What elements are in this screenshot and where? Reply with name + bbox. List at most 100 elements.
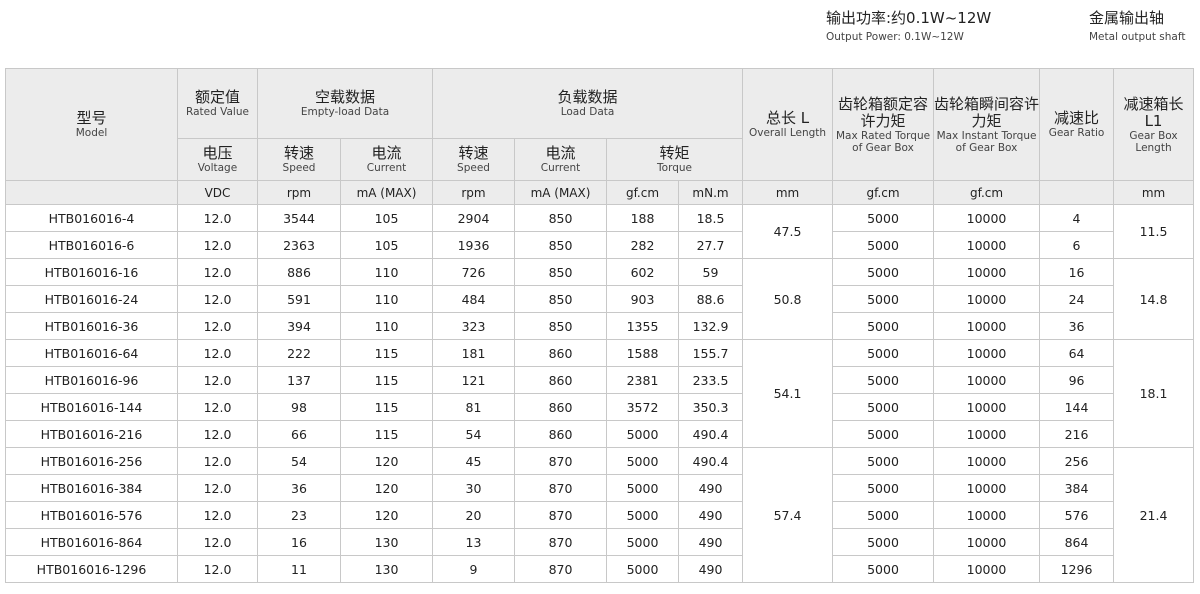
- cell-voltage: 12.0: [177, 393, 258, 421]
- cell-max-rated: 5000: [832, 501, 935, 529]
- cell-voltage: 12.0: [177, 555, 258, 583]
- unit-gb-length: mm: [1113, 180, 1195, 205]
- cell-l-speed: 726: [432, 258, 515, 286]
- cell-max-rated: 5000: [832, 204, 935, 232]
- cell-model: HTB016016-36: [5, 312, 178, 340]
- cell-model: HTB016016-256: [5, 447, 178, 475]
- table-row: HTB016016-16 12.0 886 110 726 850 602 59 50.8 500…: [5, 258, 1195, 340]
- cell-torque-mn: 490.4: [677, 420, 744, 448]
- header-torque: 转矩 Torque: [605, 138, 744, 181]
- table-row: HTB016016-216 12.0 66 115 54 860 5000 490.4 5000…: [5, 420, 1194, 448]
- cell-l-speed: 121: [432, 366, 515, 394]
- header-gb-length: 减速箱长 L1 Gear Box Length: [1113, 68, 1195, 181]
- unit-l-current: mA (MAX): [514, 180, 607, 205]
- cell-model: HTB016016-1296: [5, 555, 178, 583]
- cell-nl-speed: 222: [257, 339, 341, 367]
- shaft-type-label: 金属输出轴 Metal output shaft: [1089, 10, 1186, 44]
- cell-model: HTB016016-6: [5, 231, 178, 259]
- table-row: HTB016016-864 12.0 16 130 13 870 5000 490 5000 10…: [5, 528, 1194, 556]
- cell-l-speed: 81: [432, 393, 515, 421]
- unit-nl-speed: rpm: [257, 180, 341, 205]
- cell-l-current: 860: [514, 420, 607, 448]
- unit-torque-gf: gf.cm: [606, 180, 679, 205]
- cell-torque-gf: 2381: [606, 366, 679, 394]
- cell-max-instant: 10000: [933, 447, 1041, 475]
- cell-nl-current: 120: [340, 474, 433, 502]
- cell-nl-current: 110: [340, 285, 433, 313]
- header-voltage: 电压 Voltage: [177, 138, 258, 181]
- cell-voltage: 12.0: [177, 420, 258, 448]
- cell-l-speed: 45: [432, 447, 515, 475]
- cell-ratio: 4: [1039, 204, 1115, 232]
- unit-voltage: VDC: [177, 180, 258, 205]
- cell-nl-current: 105: [340, 204, 433, 232]
- cell-max-rated: 5000: [832, 393, 935, 421]
- cell-l-speed: 323: [432, 312, 515, 340]
- table-row: HTB016016-36 12.0 394 110 323 850 1355 132.9 500…: [5, 312, 1194, 340]
- cell-ratio: 256: [1039, 447, 1115, 475]
- cell-voltage: 12.0: [177, 366, 258, 394]
- cell-voltage: 12.0: [177, 231, 258, 259]
- cell-torque-gf: 282: [606, 231, 679, 259]
- output-power-label: 输出功率:约0.1W~12W Output Power: 0.1W~12W: [826, 9, 992, 44]
- cell-torque-mn: 233.5: [677, 366, 744, 394]
- cell-voltage: 12.0: [177, 501, 258, 529]
- shaft-type-en: Metal output shaft: [1089, 31, 1186, 43]
- cell-max-instant: 10000: [933, 285, 1041, 313]
- cell-torque-gf: 5000: [606, 555, 679, 583]
- output-power-zh: 输出功率:约0.1W~12W: [826, 9, 992, 27]
- cell-torque-mn: 18.5: [677, 204, 744, 232]
- cell-overall-length: 54.1: [742, 339, 834, 448]
- unit-model: [5, 180, 178, 205]
- cell-voltage: 12.0: [177, 339, 258, 367]
- header-torque-en: Torque: [657, 162, 692, 174]
- cell-l-speed: 13: [432, 528, 515, 556]
- cell-max-instant: 10000: [933, 312, 1041, 340]
- header-nl-speed-en: Speed: [282, 162, 316, 174]
- cell-l-current: 870: [514, 555, 607, 583]
- header-nl-current-zh: 电流: [371, 144, 402, 162]
- header-load: 负载数据 Load Data: [431, 68, 744, 139]
- header-rated-zh: 额定值: [194, 88, 240, 106]
- cell-max-rated: 5000: [832, 258, 935, 286]
- cell-l-speed: 484: [432, 285, 515, 313]
- cell-l-speed: 2904: [432, 204, 515, 232]
- table-row: HTB016016-144 12.0 98 115 81 860 3572 350.3 5000…: [5, 393, 1194, 421]
- cell-model: HTB016016-24: [5, 285, 178, 313]
- header-l-current: 电流 Current: [514, 138, 607, 181]
- table-row: HTB016016-64 12.0 222 115 181 860 1588 155.7 54.…: [5, 339, 1195, 448]
- unit-torque-mn: mN.m: [677, 180, 744, 205]
- cell-torque-mn: 490: [677, 501, 744, 529]
- cell-torque-mn: 350.3: [677, 393, 744, 421]
- header-length: 总长 L Overall Length: [742, 68, 834, 181]
- header-model-en: Model: [75, 127, 108, 139]
- cell-ratio: 6: [1039, 231, 1115, 259]
- cell-voltage: 12.0: [177, 204, 258, 232]
- cell-max-instant: 10000: [933, 366, 1041, 394]
- cell-torque-gf: 5000: [606, 528, 679, 556]
- table-row: HTB016016-6 12.0 2363 105 1936 850 282 27.7 5000…: [5, 231, 1194, 259]
- cell-nl-current: 120: [340, 447, 433, 475]
- unit-max-rated: gf.cm: [832, 180, 935, 205]
- cell-torque-gf: 602: [606, 258, 679, 286]
- header-max-rated-zh: 齿轮箱额定容许力矩: [838, 94, 929, 130]
- cell-l-speed: 181: [432, 339, 515, 367]
- cell-torque-mn: 59: [677, 258, 744, 286]
- cell-nl-speed: 137: [257, 366, 341, 394]
- cell-max-instant: 10000: [933, 420, 1041, 448]
- cell-max-rated: 5000: [832, 339, 935, 367]
- cell-nl-current: 110: [340, 258, 433, 286]
- cell-max-rated: 5000: [832, 231, 935, 259]
- table-row: HTB016016-4 12.0 3544 105 2904 850 188 18.5 47.5…: [5, 204, 1195, 259]
- cell-model: HTB016016-96: [5, 366, 178, 394]
- cell-torque-mn: 490: [677, 528, 744, 556]
- header-l-speed-zh: 转速: [458, 144, 489, 162]
- header-ratio-zh: 减速比: [1054, 109, 1100, 127]
- cell-overall-length: 47.5: [742, 204, 834, 259]
- cell-max-rated: 5000: [832, 285, 935, 313]
- cell-nl-current: 120: [340, 501, 433, 529]
- cell-nl-speed: 98: [257, 393, 341, 421]
- cell-nl-speed: 66: [257, 420, 341, 448]
- header-nl-speed-zh: 转速: [283, 144, 314, 162]
- header-voltage-en: Voltage: [197, 162, 238, 174]
